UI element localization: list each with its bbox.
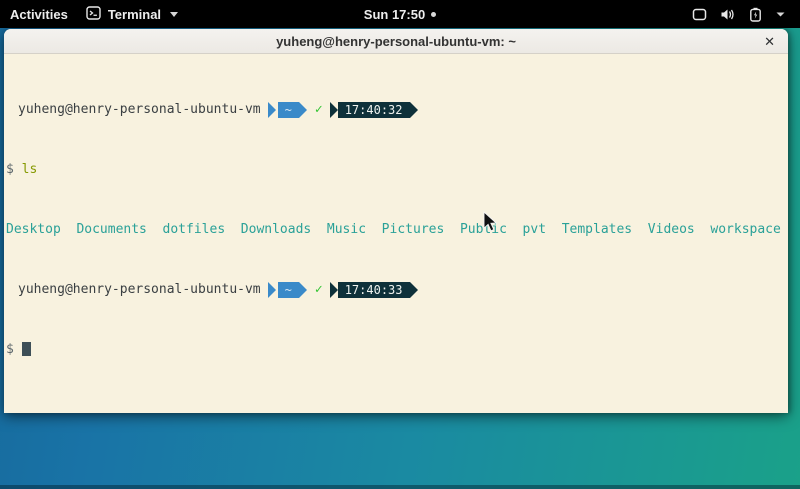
- command-text: ls: [22, 162, 38, 177]
- ls-output-line: Desktop Documents dotfiles Downloads Mus…: [6, 222, 786, 237]
- prompt-line-2: yuheng@henry-personal-ubuntu-vm ~ ✓ 17:40:3…: [6, 282, 786, 297]
- prompt-line-1: yuheng@henry-personal-ubuntu-vm ~ ✓ 17:40:3…: [6, 102, 786, 117]
- app-menu-label: Terminal: [108, 7, 161, 22]
- powerline-arrow-icon: [330, 282, 338, 298]
- powerline-arrow-icon: [268, 282, 276, 298]
- prompt-user-host: yuheng@henry-personal-ubuntu-vm: [18, 102, 261, 117]
- terminal-content[interactable]: yuheng@henry-personal-ubuntu-vm ~ ✓ 17:40:3…: [4, 54, 788, 412]
- prompt-user-host: yuheng@henry-personal-ubuntu-vm: [18, 282, 261, 297]
- clock-label[interactable]: Sun 17:50: [364, 7, 425, 22]
- window-titlebar[interactable]: yuheng@henry-personal-ubuntu-vm: ~ ✕: [4, 29, 788, 54]
- status-check-icon: ✓: [315, 282, 323, 297]
- powerline-arrow-icon: [268, 102, 276, 118]
- powerline-arrow-icon: [410, 102, 418, 118]
- terminal-cursor: [22, 342, 31, 356]
- status-check-icon: ✓: [315, 102, 323, 117]
- powerline-arrow-icon: [299, 282, 307, 298]
- activities-button[interactable]: Activities: [10, 7, 68, 22]
- top-bar: Activities Terminal Sun 17:50: [0, 0, 800, 28]
- terminal-window: yuheng@henry-personal-ubuntu-vm: ~ ✕ yuh…: [4, 29, 788, 413]
- powerline-arrow-icon: [330, 102, 338, 118]
- terminal-icon: [86, 6, 101, 23]
- app-menu-button[interactable]: Terminal: [86, 6, 178, 23]
- display-icon: [692, 8, 707, 21]
- notification-dot-icon: [431, 12, 436, 17]
- chevron-down-icon: [170, 12, 178, 17]
- prompt-time-segment: 17:40:32: [338, 102, 410, 118]
- command-line-2: $: [6, 342, 786, 357]
- window-title: yuheng@henry-personal-ubuntu-vm: ~: [276, 34, 516, 49]
- system-tray[interactable]: [692, 7, 800, 22]
- command-line-1: $ ls: [6, 162, 786, 177]
- prompt-cwd-segment: ~: [278, 282, 299, 298]
- tray-chevron-down-icon: [775, 11, 786, 18]
- close-button[interactable]: ✕: [764, 29, 775, 54]
- mouse-cursor: [483, 211, 497, 237]
- prompt-time-segment: 17:40:33: [338, 282, 410, 298]
- prompt-symbol: $: [6, 162, 14, 177]
- powerline-arrow-icon: [299, 102, 307, 118]
- volume-icon: [720, 8, 736, 21]
- prompt-cwd-segment: ~: [278, 102, 299, 118]
- powerline-arrow-icon: [410, 282, 418, 298]
- battery-charging-icon: [749, 7, 762, 22]
- prompt-symbol: $: [6, 342, 14, 357]
